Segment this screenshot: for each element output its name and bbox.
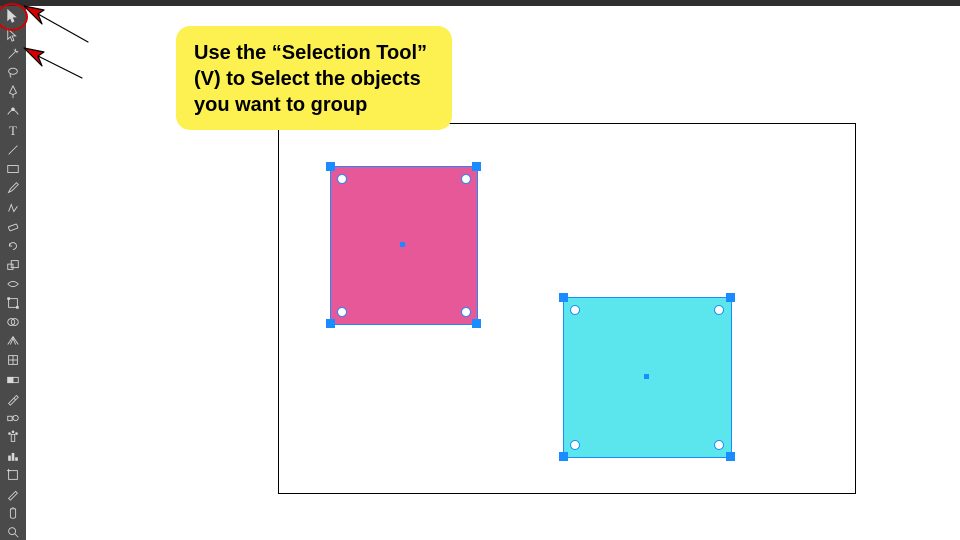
instruction-callout: Use the “Selection Tool” (V) to Select t… xyxy=(176,26,452,130)
artboard-tool[interactable] xyxy=(2,468,24,483)
type-tool[interactable]: T xyxy=(2,123,24,139)
selection-handle[interactable] xyxy=(472,162,481,171)
anchor-point[interactable] xyxy=(714,440,724,450)
anchor-point[interactable] xyxy=(714,305,724,315)
center-point xyxy=(400,242,405,247)
curvature-tool[interactable] xyxy=(2,104,24,119)
shape-builder-tool[interactable] xyxy=(2,315,24,330)
column-graph-tool[interactable] xyxy=(2,448,24,463)
line-tool[interactable] xyxy=(2,143,24,158)
app-titlebar xyxy=(0,0,960,6)
gradient-tool[interactable] xyxy=(2,372,24,387)
perspective-grid-tool[interactable] xyxy=(2,334,24,349)
selection-handle[interactable] xyxy=(559,452,568,461)
anchor-point[interactable] xyxy=(570,305,580,315)
eraser-tool[interactable] xyxy=(2,219,24,234)
anchor-point[interactable] xyxy=(337,307,347,317)
selection-handle[interactable] xyxy=(326,162,335,171)
anchor-point[interactable] xyxy=(337,174,347,184)
selection-handle[interactable] xyxy=(559,293,568,302)
zoom-tool[interactable] xyxy=(2,525,24,540)
selection-handle[interactable] xyxy=(726,452,735,461)
rectangle-tool[interactable] xyxy=(2,162,24,177)
free-transform-tool[interactable] xyxy=(2,296,24,311)
center-point xyxy=(644,374,649,379)
anchor-point[interactable] xyxy=(461,307,471,317)
selection-handle[interactable] xyxy=(472,319,481,328)
symbol-sprayer-tool[interactable] xyxy=(2,429,24,444)
instruction-text: Use the “Selection Tool” (V) to Select t… xyxy=(194,42,427,116)
hand-tool[interactable] xyxy=(2,506,24,521)
mesh-tool[interactable] xyxy=(2,353,24,368)
width-tool[interactable] xyxy=(2,276,24,291)
slice-tool[interactable] xyxy=(2,487,24,502)
scale-tool[interactable] xyxy=(2,257,24,272)
selection-handle[interactable] xyxy=(326,319,335,328)
annotation-arrow-2 xyxy=(20,40,90,90)
eyedropper-tool[interactable] xyxy=(2,391,24,406)
shaper-tool[interactable] xyxy=(2,200,24,215)
anchor-point[interactable] xyxy=(570,440,580,450)
selection-handle[interactable] xyxy=(726,293,735,302)
paintbrush-tool[interactable] xyxy=(2,181,24,196)
rotate-tool[interactable] xyxy=(2,238,24,253)
blend-tool[interactable] xyxy=(2,410,24,425)
anchor-point[interactable] xyxy=(461,174,471,184)
